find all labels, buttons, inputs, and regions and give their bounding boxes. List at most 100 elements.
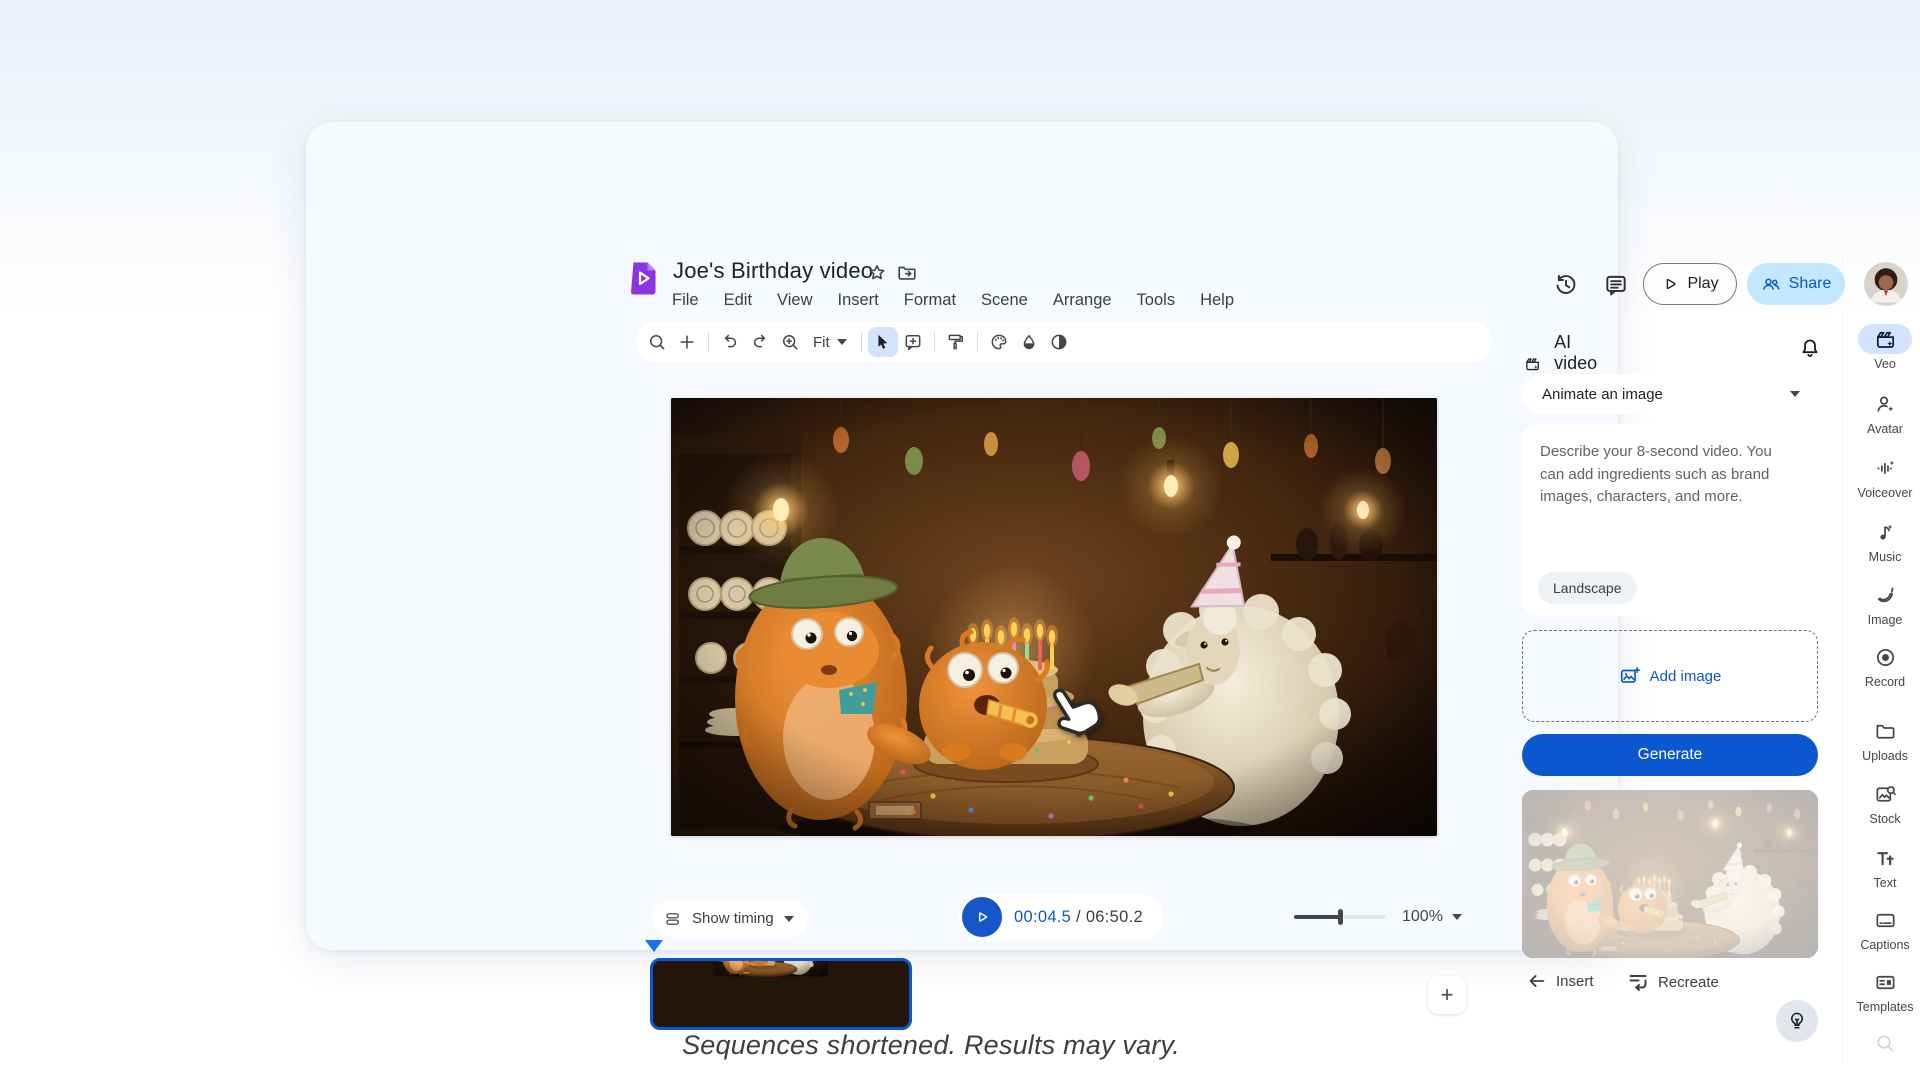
toolbar-add-button[interactable] <box>672 327 702 357</box>
sidebar-item-veo[interactable]: Veo <box>1843 324 1920 371</box>
toolbar-opacity-button[interactable] <box>1044 327 1074 357</box>
notifications-button[interactable] <box>1798 336 1822 360</box>
sidebar-item-text[interactable]: Text <box>1843 843 1920 890</box>
show-timing-dropdown[interactable]: Show timing <box>652 900 808 937</box>
arrow-left-icon <box>1526 970 1548 992</box>
sidebar-label: Music <box>1843 550 1920 564</box>
toolbar-select-tool[interactable] <box>868 327 898 357</box>
zoom-level-dropdown[interactable]: 100% <box>1402 908 1462 926</box>
aspect-ratio-chip[interactable]: Landscape <box>1538 572 1637 604</box>
contrast-circle-icon <box>1049 332 1069 352</box>
stock-media-icon <box>1874 783 1897 806</box>
menu-arrange[interactable]: Arrange <box>1053 291 1112 310</box>
generate-button[interactable]: Generate <box>1522 734 1818 776</box>
document-title[interactable]: Joe's Birthday video <box>673 258 873 284</box>
menu-scene[interactable]: Scene <box>981 291 1028 310</box>
mode-selected-value: Animate an image <box>1542 386 1663 403</box>
chevron-down-icon <box>784 916 794 922</box>
timeline-play-button[interactable] <box>962 897 1002 937</box>
sidebar-item-uploads[interactable]: Uploads <box>1843 716 1920 763</box>
more-tool-icon <box>1874 1032 1897 1055</box>
play-label: Play <box>1687 275 1718 293</box>
plus-icon <box>677 332 697 352</box>
chevron-down-icon <box>1790 391 1800 397</box>
menu-insert[interactable]: Insert <box>838 291 879 310</box>
add-image-label: Add image <box>1650 668 1722 685</box>
toolbar-zoom-button[interactable] <box>775 327 805 357</box>
mode-select-dropdown[interactable]: Animate an image <box>1522 374 1818 414</box>
toolbar-separator <box>934 332 935 352</box>
timing-rows-icon <box>664 910 682 928</box>
star-button[interactable] <box>866 262 888 284</box>
text-icon <box>1874 847 1897 870</box>
desktop-background: Joe's Birthday video File Edit View Inse… <box>0 0 1920 1080</box>
sidebar-item-avatar[interactable]: Avatar <box>1843 389 1920 436</box>
move-to-folder-button[interactable] <box>896 262 918 284</box>
banana-sparkle-icon <box>1874 584 1897 607</box>
app-window: Joe's Birthday video File Edit View Inse… <box>306 122 1618 950</box>
sidebar-item-voiceover[interactable]: Voiceover <box>1843 453 1920 500</box>
toolbar-paint-format-button[interactable] <box>941 327 971 357</box>
edit-toolbar: Fit <box>636 322 1492 362</box>
insert-button[interactable]: Insert <box>1526 970 1594 992</box>
time-divider: / <box>1071 908 1086 926</box>
recreate-button[interactable]: Recreate <box>1626 970 1719 994</box>
toolbar-add-comment-button[interactable] <box>898 327 928 357</box>
history-icon <box>1553 272 1579 298</box>
total-time: 06:50.2 <box>1086 908 1143 926</box>
sidebar-label: Templates <box>1843 1000 1920 1014</box>
version-history-button[interactable] <box>1553 272 1579 298</box>
generated-preview-thumbnail[interactable] <box>1522 790 1818 958</box>
video-canvas[interactable] <box>671 398 1437 836</box>
timeline-clip[interactable] <box>650 958 912 1030</box>
play-icon <box>974 909 990 925</box>
lightbulb-icon <box>1786 1010 1808 1032</box>
menu-edit[interactable]: Edit <box>724 291 752 310</box>
sidebar-item-image[interactable]: Image <box>1843 580 1920 627</box>
playback-pill: 00:04.5 / 06:50.2 <box>959 894 1163 940</box>
sidebar-item-record[interactable]: Record <box>1843 642 1920 689</box>
timeline-zoom-slider[interactable] <box>1294 909 1386 925</box>
toolbar-theme-colors-button[interactable] <box>984 327 1014 357</box>
toolbar-separator <box>861 332 862 352</box>
zoom-in-icon <box>780 332 800 352</box>
add-scene-button[interactable]: + <box>1428 976 1466 1014</box>
prompt-field-container: Landscape <box>1522 424 1818 616</box>
slider-handle[interactable] <box>1338 909 1343 925</box>
sidebar-label: Captions <box>1843 938 1920 952</box>
sidebar-item-music[interactable]: Music <box>1843 517 1920 564</box>
slider-track-filled <box>1294 915 1340 919</box>
add-image-button[interactable]: Add image <box>1522 630 1818 722</box>
menu-help[interactable]: Help <box>1200 291 1234 310</box>
video-frame-art <box>671 398 1437 836</box>
sidebar-label: Record <box>1843 675 1920 689</box>
share-button[interactable]: Share <box>1747 263 1845 305</box>
sidebar-item-stock[interactable]: Stock <box>1843 779 1920 826</box>
menu-format[interactable]: Format <box>904 291 956 310</box>
sidebar-item-captions[interactable]: Captions <box>1843 905 1920 952</box>
preview-fade-overlay <box>1522 790 1818 958</box>
sidebar-item-templates[interactable]: Templates <box>1843 967 1920 1014</box>
vids-logo[interactable] <box>631 262 656 295</box>
fit-zoom-dropdown[interactable]: Fit <box>805 327 855 357</box>
recreate-icon <box>1626 970 1650 994</box>
menu-view[interactable]: View <box>777 291 812 310</box>
toolbar-fill-color-button[interactable] <box>1014 327 1044 357</box>
comments-button[interactable] <box>1603 272 1629 298</box>
show-timing-label: Show timing <box>692 910 774 927</box>
current-time: 00:04.5 <box>1014 908 1071 926</box>
templates-icon <box>1874 971 1897 994</box>
play-icon <box>1661 275 1679 293</box>
paint-roller-icon <box>946 332 966 352</box>
toolbar-undo-button[interactable] <box>715 327 745 357</box>
palette-icon <box>989 332 1009 352</box>
toolbar-search-button[interactable] <box>642 327 672 357</box>
menu-tools[interactable]: Tools <box>1137 291 1176 310</box>
toolbar-redo-button[interactable] <box>745 327 775 357</box>
menu-file[interactable]: File <box>672 291 699 310</box>
water-drop-icon <box>1019 332 1039 352</box>
recreate-label: Recreate <box>1658 974 1719 991</box>
timeline-playhead[interactable] <box>645 940 663 952</box>
chevron-down-icon <box>1452 914 1462 920</box>
play-button[interactable]: Play <box>1643 263 1737 305</box>
